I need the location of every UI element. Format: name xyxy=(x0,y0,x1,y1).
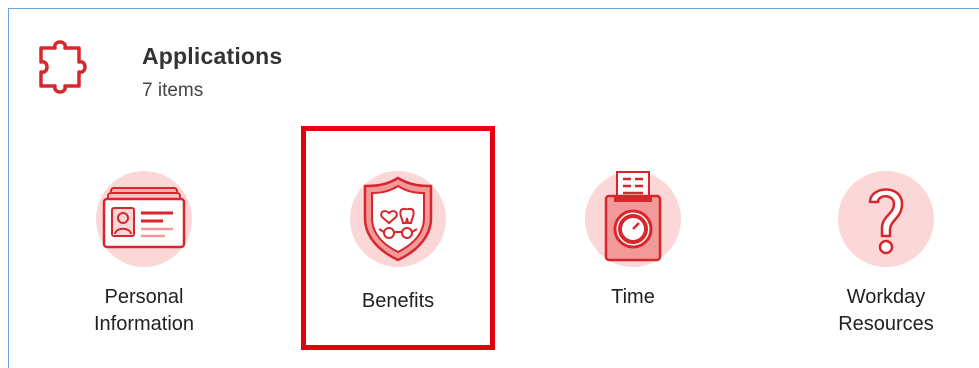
app-tile-workday-resources[interactable]: Workday Resources xyxy=(791,128,979,343)
time-clock-icon xyxy=(585,171,681,267)
app-tile-personal-information[interactable]: Personal Information xyxy=(49,128,239,343)
app-label-line2: Resources xyxy=(838,313,934,335)
puzzle-icon xyxy=(39,40,87,94)
app-tile-benefits[interactable]: Benefits xyxy=(303,128,493,343)
question-icon xyxy=(838,171,934,267)
app-label-line1: Benefits xyxy=(361,290,435,312)
app-label-line2: Information xyxy=(93,313,195,335)
app-tile-time[interactable]: Time xyxy=(538,128,728,343)
benefits-shield-icon xyxy=(350,171,446,267)
app-label-line1: Workday xyxy=(846,286,926,308)
app-label-line1: Personal xyxy=(104,286,184,308)
id-card-icon xyxy=(96,171,192,267)
item-count: 7 items xyxy=(142,80,204,101)
page-title: Applications xyxy=(142,43,283,69)
app-label-line1: Time xyxy=(611,286,655,308)
